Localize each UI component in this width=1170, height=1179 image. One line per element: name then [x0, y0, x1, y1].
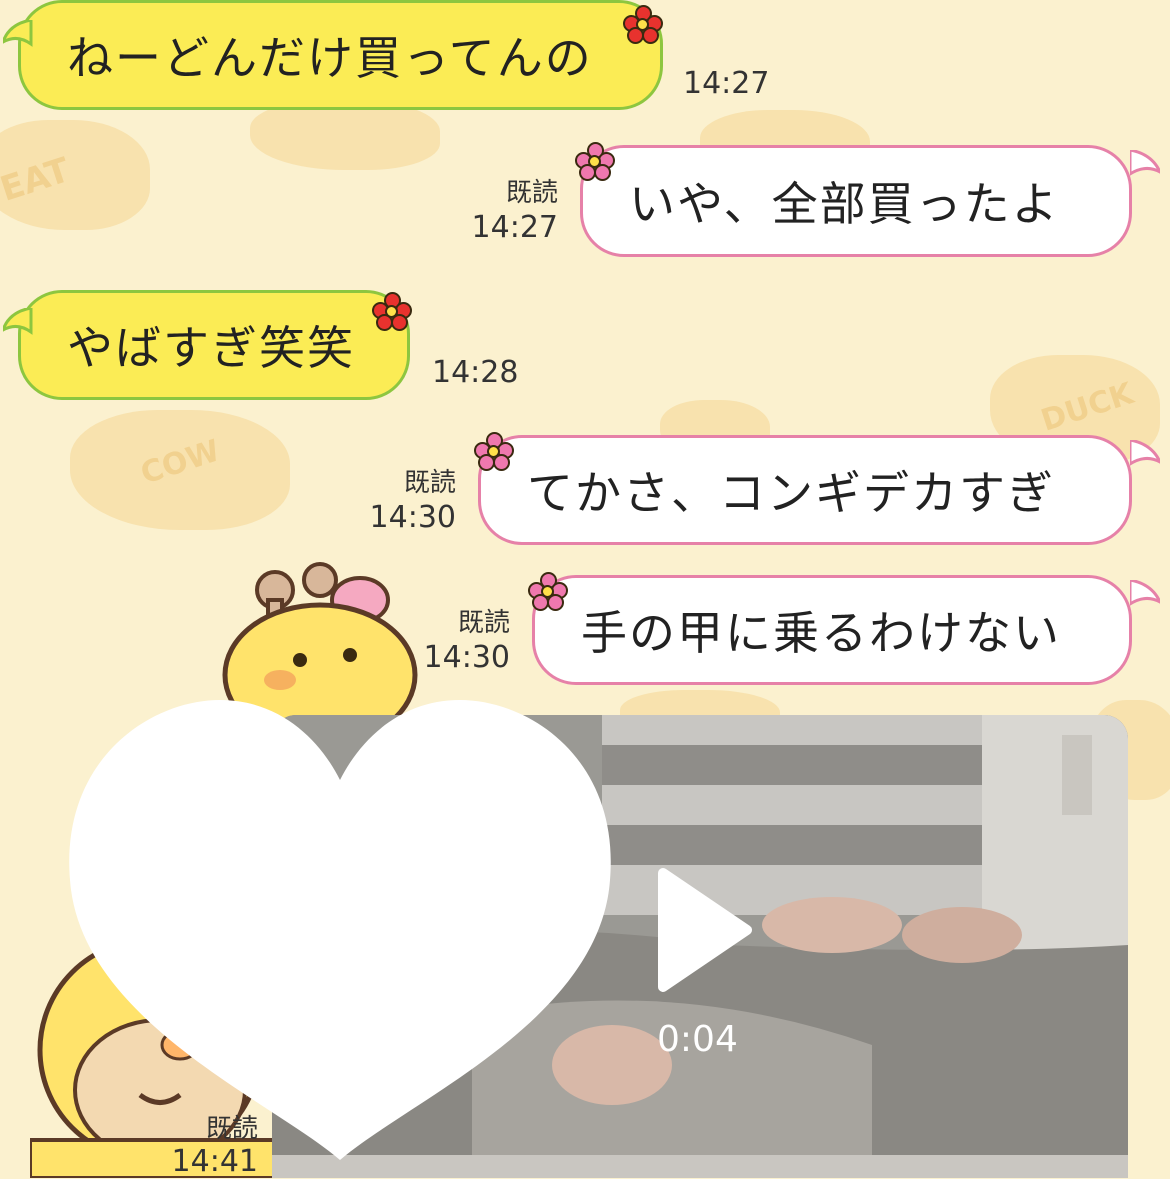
read-receipt: 既読 — [457, 608, 510, 638]
message-time: 14:27 — [471, 210, 558, 245]
bubble-tail — [1130, 440, 1160, 466]
outgoing-message-bubble[interactable]: いや、全部買ったよ — [580, 145, 1132, 257]
read-receipt: 既読 — [403, 468, 456, 498]
heart-privacy-overlay — [69, 700, 611, 1160]
message-text: いや、全部買ったよ — [629, 177, 1060, 231]
bubble-tail — [1130, 580, 1160, 606]
read-receipt: 既読 — [505, 178, 558, 208]
incoming-message-bubble[interactable]: やばすぎ笑笑 — [18, 290, 410, 400]
message-time: 14:30 — [369, 500, 456, 535]
bubble-tail — [3, 20, 33, 47]
cookie-label-cow: COW — [136, 433, 225, 492]
message-time: 14:27 — [683, 66, 770, 101]
message-time: 14:30 — [423, 640, 510, 675]
message-text: 手の甲に乗るわけない — [581, 606, 1061, 660]
flower-icon — [575, 142, 615, 182]
message-time: 14:41 — [171, 1144, 258, 1179]
outgoing-message-bubble[interactable]: てかさ、コンギデカすぎ — [478, 435, 1132, 545]
read-receipt: 既読 — [205, 1114, 258, 1144]
flower-icon — [623, 5, 663, 45]
message-time: 14:28 — [432, 355, 519, 390]
play-icon[interactable] — [655, 865, 755, 995]
flower-icon — [372, 292, 412, 332]
flower-icon — [528, 572, 568, 612]
cookie-label-eat: EAT — [0, 150, 75, 210]
outgoing-message-bubble[interactable]: 手の甲に乗るわけない — [532, 575, 1132, 685]
bubble-tail — [1130, 150, 1160, 176]
bubble-tail — [3, 308, 33, 335]
message-text: てかさ、コンギデカすぎ — [527, 466, 1055, 520]
flower-icon — [474, 432, 514, 472]
incoming-message-bubble[interactable]: ねーどんだけ買ってんの — [18, 0, 663, 110]
video-duration: 0:04 — [657, 1019, 738, 1060]
cookie-label-duck: DUCK — [1036, 376, 1138, 439]
message-text: ねーどんだけ買ってんの — [67, 31, 593, 85]
message-text: やばすぎ笑笑 — [67, 321, 355, 375]
